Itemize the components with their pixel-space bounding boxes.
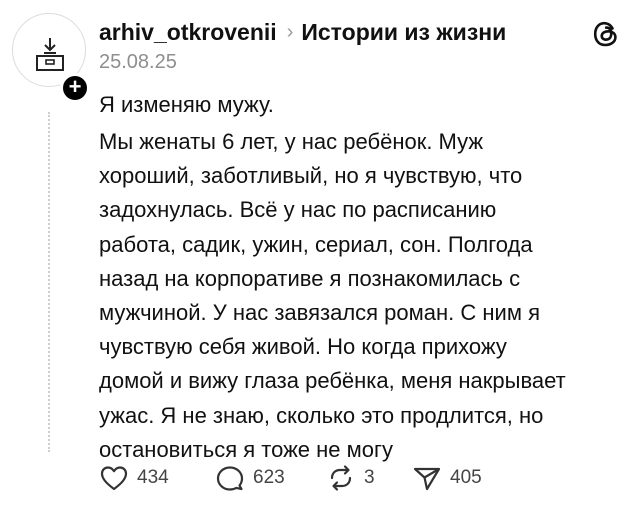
repost-count: 3: [364, 467, 375, 488]
follow-plus-icon[interactable]: +: [60, 73, 90, 103]
post-title: Я изменяю мужу.: [99, 92, 274, 117]
share-button[interactable]: 405: [412, 464, 482, 492]
comment-count: 623: [253, 467, 285, 488]
post-header: arhiv_otkrovenii › Истории из жизни: [99, 19, 506, 46]
post-line: Мы женаты 6 лет, у нас ребёнок. Муж: [99, 129, 484, 154]
post-line: работа, садик, ужин, сериал, сон. Полгод…: [99, 231, 533, 257]
post-line: чувствую себя живой. Но когда прихожу: [99, 334, 507, 360]
threads-logo-icon[interactable]: [589, 17, 623, 51]
post-actions: 434 623 3 405: [99, 462, 482, 494]
comment-button[interactable]: 623: [215, 464, 326, 492]
post-line: назад на корпоративе я познакомилась с: [99, 265, 521, 291]
post-line: мужчиной. У нас завязался роман. С ним я: [99, 300, 540, 326]
post-line: ужас. Я не знаю, сколько это продлится, …: [99, 402, 544, 428]
repost-button[interactable]: 3: [326, 464, 412, 492]
community-name[interactable]: Истории из жизни: [301, 19, 506, 46]
share-count: 405: [450, 467, 482, 488]
threads-post: + arhiv_otkrovenii › Истории из жизни 25…: [0, 0, 640, 510]
post-line: домой и вижу глаза ребёнка, меня накрыва…: [99, 368, 566, 394]
username[interactable]: arhiv_otkrovenii: [99, 19, 277, 46]
send-icon: [413, 467, 441, 491]
post-body: Мы женаты 6 лет, у нас ребёнок. Муж хоро…: [99, 125, 619, 467]
chevron-right-icon: ›: [286, 21, 294, 43]
post-line: задохнулась. Всё у нас по расписанию: [99, 197, 497, 223]
post-line: хороший, заботливый, но я чувствую, что: [99, 163, 523, 189]
repost-icon: [330, 465, 352, 491]
post-date: 25.08.25: [99, 51, 177, 73]
thread-line: [48, 112, 50, 452]
like-count: 434: [137, 467, 169, 488]
heart-icon: [100, 466, 128, 491]
like-button[interactable]: 434: [99, 464, 215, 492]
comment-bubble-icon: [216, 466, 244, 491]
